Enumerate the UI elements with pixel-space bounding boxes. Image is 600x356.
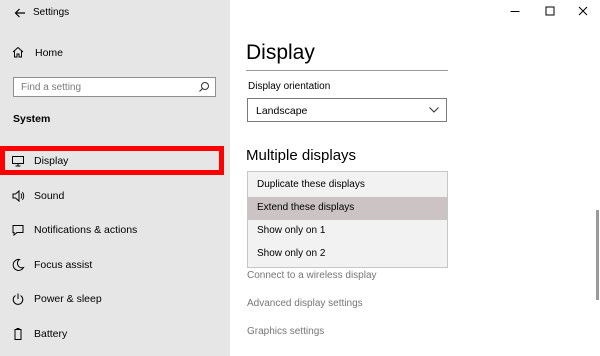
multiple-displays-menu: Duplicate these displays Extend these di… <box>247 171 448 268</box>
option-label: Extend these displays <box>257 202 355 213</box>
sidebar-item-focus-assist[interactable]: Focus assist <box>0 252 230 278</box>
speaker-icon <box>12 189 25 203</box>
close-button[interactable] <box>576 4 590 18</box>
window-title: Settings <box>33 7 70 18</box>
minimize-icon <box>510 11 520 12</box>
sidebar-item-label: Battery <box>34 328 68 340</box>
multiple-displays-heading: Multiple displays <box>246 147 357 164</box>
sidebar-item-label: Sound <box>34 190 65 202</box>
group-heading: System <box>13 113 51 125</box>
option-show-only-2[interactable]: Show only on 2 <box>248 243 447 266</box>
sidebar-item-label: Focus assist <box>34 259 93 271</box>
orientation-dropdown[interactable]: Landscape <box>247 98 447 122</box>
sidebar-item-power-sleep[interactable]: Power & sleep <box>0 286 230 312</box>
monitor-icon <box>12 156 24 167</box>
notification-icon <box>12 225 24 237</box>
sidebar-item-notifications[interactable]: Notifications & actions <box>0 217 230 243</box>
search-box[interactable] <box>13 77 216 97</box>
minimize-button[interactable] <box>508 4 522 18</box>
search-icon[interactable] <box>198 81 210 93</box>
sidebar-item-sound[interactable]: Sound <box>0 183 230 209</box>
sidebar-item-label: Display <box>34 155 69 167</box>
scrollbar[interactable] <box>596 210 599 300</box>
moon-icon <box>12 258 25 271</box>
option-duplicate[interactable]: Duplicate these displays <box>248 174 447 197</box>
sidebar-item-label: Home <box>35 47 64 59</box>
orientation-label: Display orientation <box>248 81 331 92</box>
power-icon <box>12 293 24 305</box>
maximize-button[interactable] <box>543 4 557 18</box>
connect-wireless-display-link[interactable]: Connect to a wireless display <box>247 270 377 281</box>
sidebar-item-label: Power & sleep <box>34 293 102 305</box>
sidebar: Settings Home System Display Sound <box>0 0 230 356</box>
graphics-settings-link[interactable]: Graphics settings <box>247 326 324 337</box>
sidebar-item-home[interactable]: Home <box>0 42 230 64</box>
sidebar-item-battery[interactable]: Battery <box>0 321 230 347</box>
option-label: Duplicate these displays <box>257 179 365 190</box>
title-divider <box>246 70 448 71</box>
home-icon <box>12 46 24 58</box>
sidebar-item-label: Notifications & actions <box>34 224 138 236</box>
search-input[interactable] <box>21 81 191 94</box>
option-label: Show only on 2 <box>257 248 326 259</box>
advanced-display-settings-link[interactable]: Advanced display settings <box>247 298 363 309</box>
page-title: Display <box>246 41 315 64</box>
orientation-value: Landscape <box>256 105 308 117</box>
back-arrow-icon <box>14 8 25 18</box>
chevron-down-icon <box>429 107 439 113</box>
option-label: Show only on 1 <box>257 225 326 236</box>
battery-icon <box>14 328 22 340</box>
option-show-only-1[interactable]: Show only on 1 <box>248 220 447 243</box>
close-icon <box>578 6 588 16</box>
sidebar-item-display[interactable]: Display <box>0 148 230 174</box>
back-button[interactable] <box>12 5 28 21</box>
maximize-icon <box>545 6 555 16</box>
option-extend[interactable]: Extend these displays <box>248 197 447 220</box>
